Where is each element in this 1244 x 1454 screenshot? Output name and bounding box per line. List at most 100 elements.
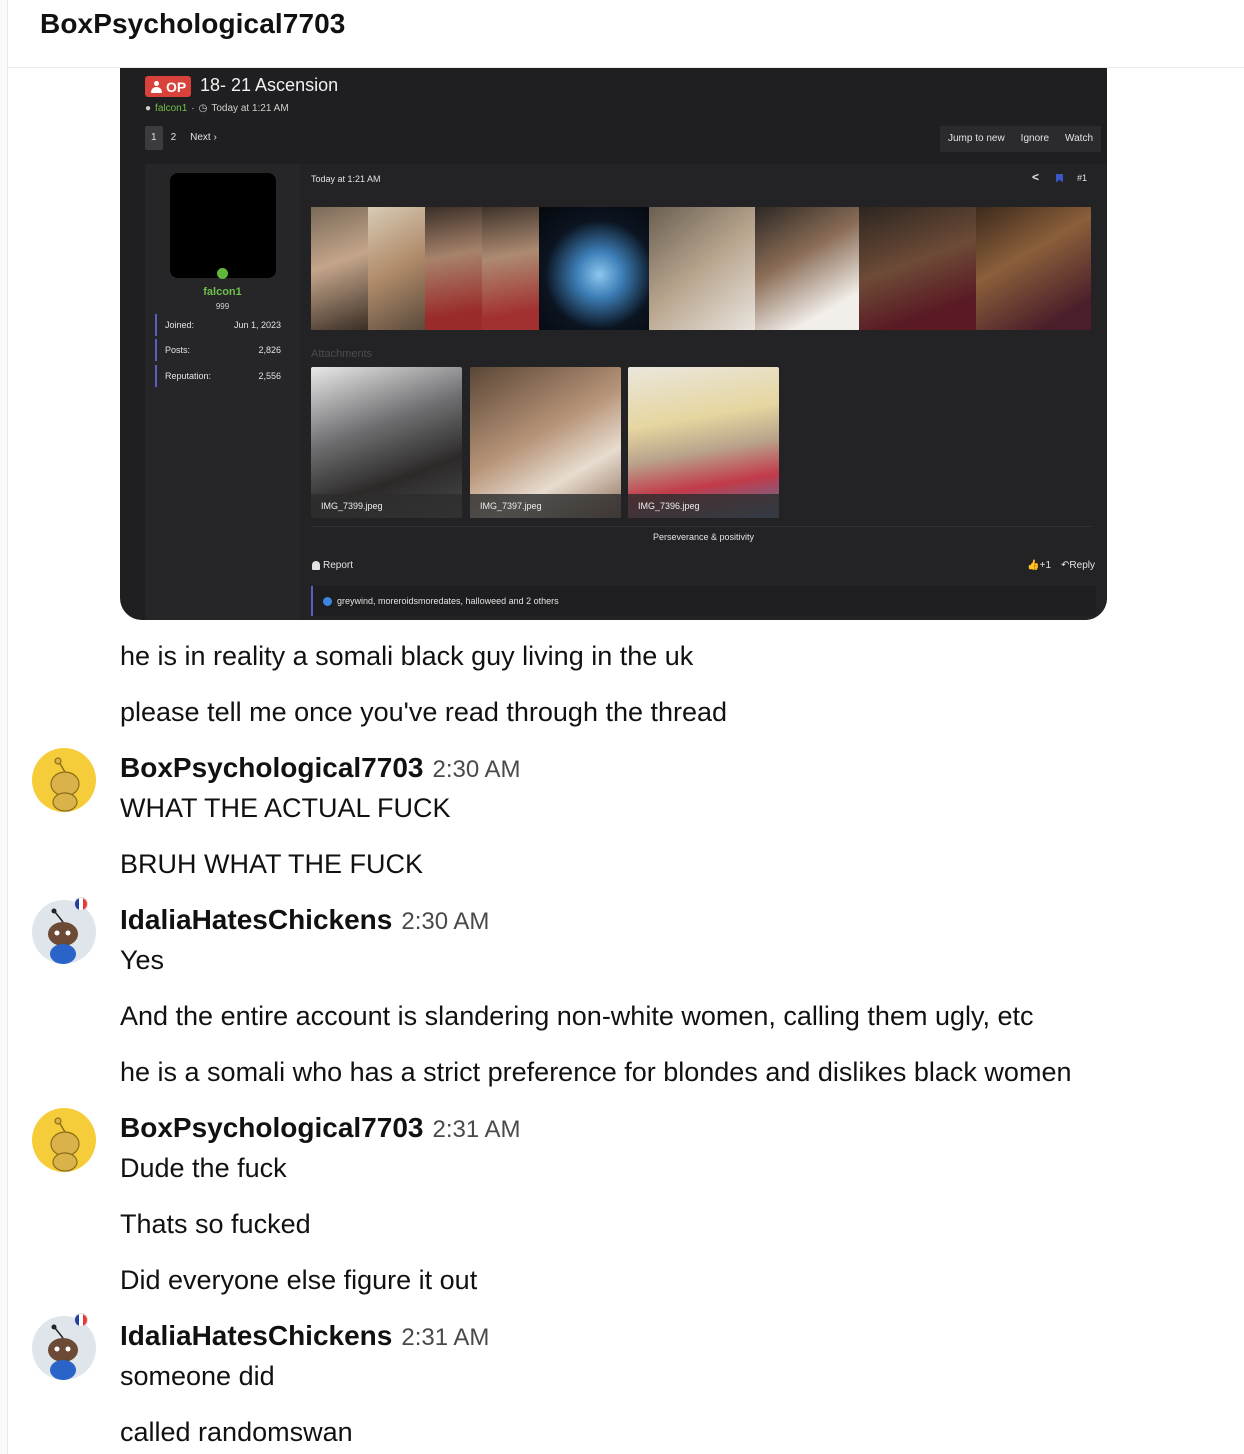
stat-label: Reputation: — [165, 371, 212, 381]
forum-username: falcon1 — [203, 286, 242, 298]
message-text: Yes — [120, 945, 165, 975]
photo-2 — [368, 207, 425, 330]
likes-bar: greywind, moreroidsmoredates, halloweed … — [311, 586, 1096, 616]
watch: Watch — [1065, 133, 1093, 144]
message-text: called randomswan — [120, 1417, 353, 1447]
photo-9 — [976, 207, 1091, 330]
username[interactable]: BoxPsychological7703 — [120, 1112, 423, 1144]
stat-joined: Joined: Jun 1, 2023 — [155, 314, 289, 336]
photo-5 — [539, 207, 649, 330]
stat-value: 2,556 — [258, 371, 281, 381]
bell-icon — [312, 561, 320, 570]
likes-text: greywind, moreroidsmoredates, halloweed … — [337, 596, 559, 606]
timestamp: 2:30 AM — [432, 756, 521, 783]
post-tools: #1 — [1032, 170, 1087, 184]
stat-posts: Posts: 2,826 — [155, 339, 289, 361]
snoo-avatar-icon — [50, 1117, 80, 1172]
timestamp: 2:30 AM — [401, 908, 490, 935]
message-text: he is a somali who has a strict preferen… — [120, 1057, 1072, 1087]
message-header: IdaliaHatesChickens 2:31 AM — [120, 1320, 489, 1352]
chat-title: BoxPsychological7703 — [40, 8, 346, 39]
report-label: Report — [323, 560, 354, 571]
op-badge: OP — [145, 76, 192, 97]
page-1: 1 — [145, 126, 163, 150]
bookmark-icon — [1055, 173, 1063, 183]
avatar[interactable] — [32, 1108, 96, 1172]
post-time: Today at 1:21 AM — [311, 174, 381, 184]
message-text: please tell me once you've read through … — [120, 697, 728, 727]
message-text: Dude the fuck — [120, 1153, 287, 1183]
message-header: BoxPsychological7703 2:31 AM — [120, 1112, 521, 1144]
reply-link: ↶Reply — [1061, 560, 1095, 571]
attachment-filename: IMG_7396.jpeg — [628, 494, 779, 518]
attachment-filename: IMG_7399.jpeg — [311, 494, 462, 518]
message-text: Did everyone else figure it out — [120, 1265, 478, 1295]
attachment-2: IMG_7397.jpeg — [470, 367, 621, 518]
stat-value: Jun 1, 2023 — [233, 320, 281, 330]
avatar[interactable] — [32, 1316, 96, 1380]
op-badge-label: OP — [166, 78, 187, 95]
pagination: 1 2 Next › — [145, 126, 223, 150]
message-text: BRUH WHAT THE FUCK — [120, 849, 424, 879]
thread-date: Today at 1:21 AM — [211, 103, 289, 114]
stat-reputation: Reputation: 2,556 — [155, 365, 289, 387]
chat-header: BoxPsychological7703 — [8, 0, 1244, 68]
post-number: #1 — [1076, 173, 1087, 183]
forum-avatar — [170, 173, 276, 278]
photo-6 — [649, 207, 755, 330]
attachments-label: Attachments — [311, 348, 373, 360]
user-icon: ● — [145, 103, 152, 114]
ignore: Ignore — [1020, 133, 1050, 144]
left-rail — [0, 0, 8, 1454]
online-indicator — [217, 268, 228, 279]
message-text: WHAT THE ACTUAL FUCK — [120, 793, 451, 823]
attachment-filename: IMG_7397.jpeg — [470, 494, 621, 518]
username[interactable]: BoxPsychological7703 — [120, 752, 423, 784]
stat-value: 2,826 — [258, 345, 281, 355]
timestamp: 2:31 AM — [432, 1116, 521, 1143]
next-page: Next › — [190, 132, 217, 143]
thumbs-up-icon: 👍 — [1027, 560, 1040, 571]
user-icon — [151, 80, 162, 93]
signature-divider — [311, 526, 1091, 527]
forum-user-panel: falcon1 999 Joined: Jun 1, 2023 Posts: 2… — [145, 164, 300, 620]
message-text: And the entire account is slandering non… — [120, 1001, 1034, 1031]
stat-label: Joined: — [165, 320, 195, 330]
photo-1 — [311, 207, 368, 330]
message-text: someone did — [120, 1361, 275, 1391]
photo-7 — [755, 207, 859, 330]
like-count: 👍+1 — [1027, 560, 1051, 571]
forum-post-body: Today at 1:21 AM #1 Attachments IMG_7399… — [300, 164, 1107, 620]
username[interactable]: IdaliaHatesChickens — [120, 904, 392, 936]
signature: Perseverance & positivity — [652, 532, 755, 542]
photo-8 — [859, 207, 976, 330]
attachment-3: IMG_7396.jpeg — [628, 367, 779, 518]
reply-label: Reply — [1069, 560, 1095, 571]
like-count-value: +1 — [1039, 560, 1052, 571]
photo-3 — [425, 207, 482, 330]
snoo-avatar-icon — [48, 1324, 78, 1380]
share-icon — [1032, 170, 1042, 184]
like-icon — [323, 596, 332, 606]
avatar[interactable] — [32, 748, 96, 812]
forum-user-count: 999 — [215, 302, 230, 311]
france-flag-icon — [74, 897, 88, 911]
message-text: Thats so fucked — [120, 1209, 311, 1239]
jump-to-new: Jump to new — [947, 133, 1005, 144]
thread-title: 18- 21 Ascension — [200, 75, 339, 95]
snoo-avatar-icon — [50, 757, 80, 812]
avatar[interactable] — [32, 900, 96, 964]
thread-author: falcon1 — [155, 103, 188, 114]
message-header: IdaliaHatesChickens 2:30 AM — [120, 904, 489, 936]
france-flag-icon — [74, 1313, 88, 1327]
report-link: Report — [312, 560, 353, 571]
stat-label: Posts: — [165, 345, 191, 355]
message-text: he is in reality a somali black guy livi… — [120, 641, 694, 671]
photo-collage — [311, 207, 1091, 330]
clock-icon: ◷ — [198, 103, 208, 114]
snoo-avatar-icon — [48, 908, 78, 964]
timestamp: 2:31 AM — [401, 1324, 490, 1351]
username[interactable]: IdaliaHatesChickens — [120, 1320, 392, 1352]
message-header: BoxPsychological7703 2:30 AM — [120, 752, 521, 784]
forum-screenshot-image[interactable]: OP 18- 21 Ascension ● falcon1 · ◷ Today … — [120, 68, 1107, 620]
